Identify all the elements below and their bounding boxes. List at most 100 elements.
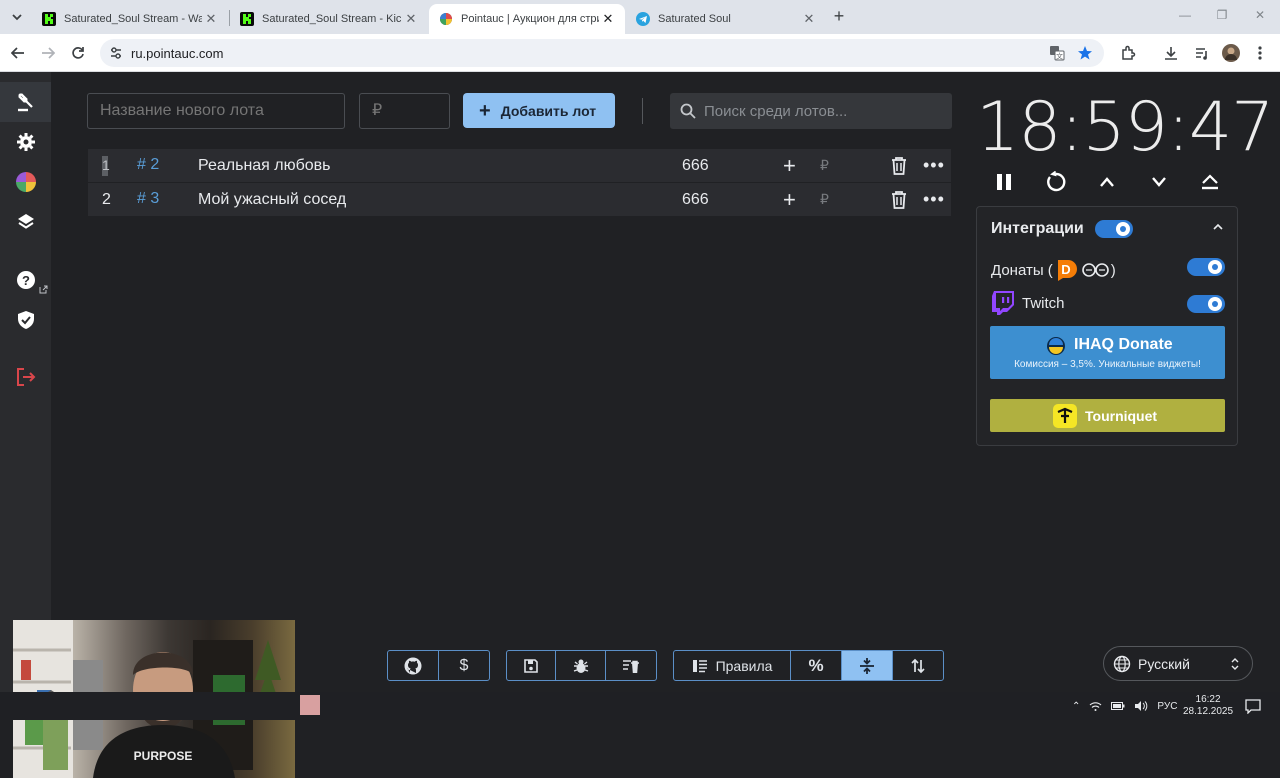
sidebar-item-layers[interactable] <box>0 202 51 242</box>
minimize-icon[interactable]: — <box>1175 8 1195 22</box>
more-options-icon[interactable]: ••• <box>923 155 945 176</box>
help-icon: ? <box>16 271 35 289</box>
speaker-icon[interactable] <box>1134 700 1148 712</box>
logout-icon <box>16 368 35 386</box>
clock-date: 28.12.2025 <box>1183 706 1234 717</box>
browser-tab-kick-watch[interactable]: Saturated_Soul Stream - Watch ✕ <box>32 4 228 34</box>
lot-amount[interactable]: 666 <box>682 191 709 209</box>
tab-search-button[interactable] <box>6 6 28 28</box>
kick-icon <box>42 12 56 26</box>
close-tab-icon[interactable]: ✕ <box>202 10 220 28</box>
ihaq-donate-button[interactable]: IHAQ Donate Комиссия – 3,5%. Уникальные … <box>990 326 1225 379</box>
sidebar-item-security[interactable] <box>0 300 51 340</box>
browser-toolbar: ru.pointauc.com 文 <box>0 34 1280 72</box>
translate-icon[interactable]: 文 <box>1049 45 1065 61</box>
integrations-toggle[interactable] <box>1095 220 1133 238</box>
search-icon <box>680 103 696 119</box>
bookmark-star-icon[interactable] <box>1077 45 1093 61</box>
save-button[interactable] <box>507 651 556 680</box>
twitch-toggle[interactable] <box>1187 295 1225 313</box>
pointauc-app: ? + Добавить лот Пои <box>0 72 1280 778</box>
lot-currency[interactable]: ₽ <box>820 191 829 208</box>
tab-label: Saturated_Soul Stream - Kick D <box>262 13 402 25</box>
sidebar-item-auction[interactable] <box>0 82 51 122</box>
lot-index: 2 <box>102 191 111 208</box>
download-icon[interactable] <box>1161 43 1181 63</box>
lot-name[interactable]: Реальная любовь <box>198 157 331 175</box>
browser-tab-telegram[interactable]: Saturated Soul ✕ <box>626 4 826 34</box>
lot-row[interactable]: 1 # 2 Реальная любовь 666 + ₽ ••• <box>88 149 951 182</box>
back-icon[interactable] <box>8 43 28 63</box>
address-bar[interactable]: ru.pointauc.com 文 <box>100 39 1104 67</box>
integrations-title: Интеграции <box>991 220 1084 237</box>
sidebar-item-wheel[interactable] <box>0 162 51 202</box>
close-tab-icon[interactable]: ✕ <box>599 10 617 28</box>
save-icon <box>524 658 538 673</box>
lot-row[interactable]: 2 # 3 Мой ужасный сосед 666 + ₽ ••• <box>88 183 951 216</box>
taskbar-app-icon[interactable] <box>300 695 320 715</box>
trash-icon[interactable] <box>890 156 908 175</box>
more-options-icon[interactable]: ••• <box>923 189 945 210</box>
tourniquet-button[interactable]: Tourniquet <box>990 399 1225 432</box>
subtract-time-button[interactable] <box>1146 169 1172 195</box>
github-button[interactable] <box>388 651 439 680</box>
lot-amount[interactable]: 666 <box>682 157 709 175</box>
compact-view-button[interactable] <box>842 651 893 680</box>
ihaq-logo-icon <box>1047 337 1065 355</box>
sidebar-item-logout[interactable] <box>0 357 51 397</box>
integrations-panel: Интеграции Донаты ( D ) Twitch IHAQ Dona… <box>976 206 1238 446</box>
donations-toggle[interactable] <box>1187 258 1225 276</box>
double-time-button[interactable] <box>1197 169 1223 195</box>
browser-menu-icon[interactable] <box>1250 43 1270 63</box>
lot-id: # 3 <box>137 190 160 207</box>
sidebar: ? <box>0 72 51 692</box>
maximize-icon[interactable]: ❐ <box>1212 8 1232 22</box>
lot-name[interactable]: Мой ужасный сосед <box>198 191 346 209</box>
reload-icon[interactable] <box>68 43 88 63</box>
donate-button[interactable]: $ <box>439 651 489 680</box>
file-button-group <box>506 650 657 681</box>
close-window-icon[interactable]: ✕ <box>1250 8 1270 22</box>
battery-icon[interactable] <box>1111 702 1125 710</box>
rules-button[interactable]: Правила <box>674 651 791 680</box>
clear-lots-button[interactable] <box>606 651 656 680</box>
lot-search-field[interactable]: Поиск среди лотов... <box>670 93 952 129</box>
site-info-icon[interactable] <box>109 46 123 60</box>
forward-icon[interactable] <box>38 43 58 63</box>
globe-icon <box>1113 655 1131 673</box>
bug-report-button[interactable] <box>556 651 606 680</box>
wifi-icon[interactable] <box>1089 701 1102 711</box>
add-lot-button[interactable]: + Добавить лот <box>463 93 615 128</box>
tray-chevron-icon[interactable]: ⌃ <box>1072 701 1080 712</box>
lot-currency[interactable]: ₽ <box>820 157 829 174</box>
sort-button[interactable] <box>893 651 943 680</box>
media-control-icon[interactable] <box>1192 43 1212 63</box>
new-lot-amount-input[interactable] <box>359 93 450 129</box>
percent-button[interactable]: % <box>791 651 842 680</box>
sidebar-item-help[interactable]: ? <box>0 260 51 300</box>
chevron-up-icon[interactable] <box>1213 223 1223 231</box>
kick-icon <box>240 12 254 26</box>
add-amount-button[interactable]: + <box>783 189 803 211</box>
sort-icon <box>911 658 925 673</box>
sidebar-item-settings[interactable] <box>0 122 51 162</box>
trash-icon[interactable] <box>890 190 908 209</box>
clear-all-icon <box>623 659 639 673</box>
language-select[interactable]: Русский <box>1103 646 1253 681</box>
add-amount-button[interactable]: + <box>783 155 803 177</box>
browser-tab-kick-dashboard[interactable]: Saturated_Soul Stream - Kick D ✕ <box>230 4 428 34</box>
clock[interactable]: 16:22 28.12.2025 <box>1183 692 1233 720</box>
close-tab-icon[interactable]: ✕ <box>800 10 818 28</box>
add-time-button[interactable] <box>1094 169 1120 195</box>
chevron-down-icon <box>1152 177 1166 187</box>
new-tab-button[interactable]: + <box>829 7 849 27</box>
input-language[interactable]: РУС <box>1157 701 1177 712</box>
profile-avatar[interactable] <box>1221 43 1241 63</box>
reset-timer-button[interactable] <box>1043 169 1069 195</box>
pause-button[interactable] <box>991 169 1017 195</box>
notifications-icon[interactable] <box>1245 698 1261 714</box>
close-tab-icon[interactable]: ✕ <box>402 10 420 28</box>
browser-tab-pointauc[interactable]: Pointauc | Аукцион для стриме ✕ <box>429 4 625 34</box>
extensions-icon[interactable] <box>1118 43 1138 63</box>
new-lot-name-input[interactable] <box>87 93 345 129</box>
